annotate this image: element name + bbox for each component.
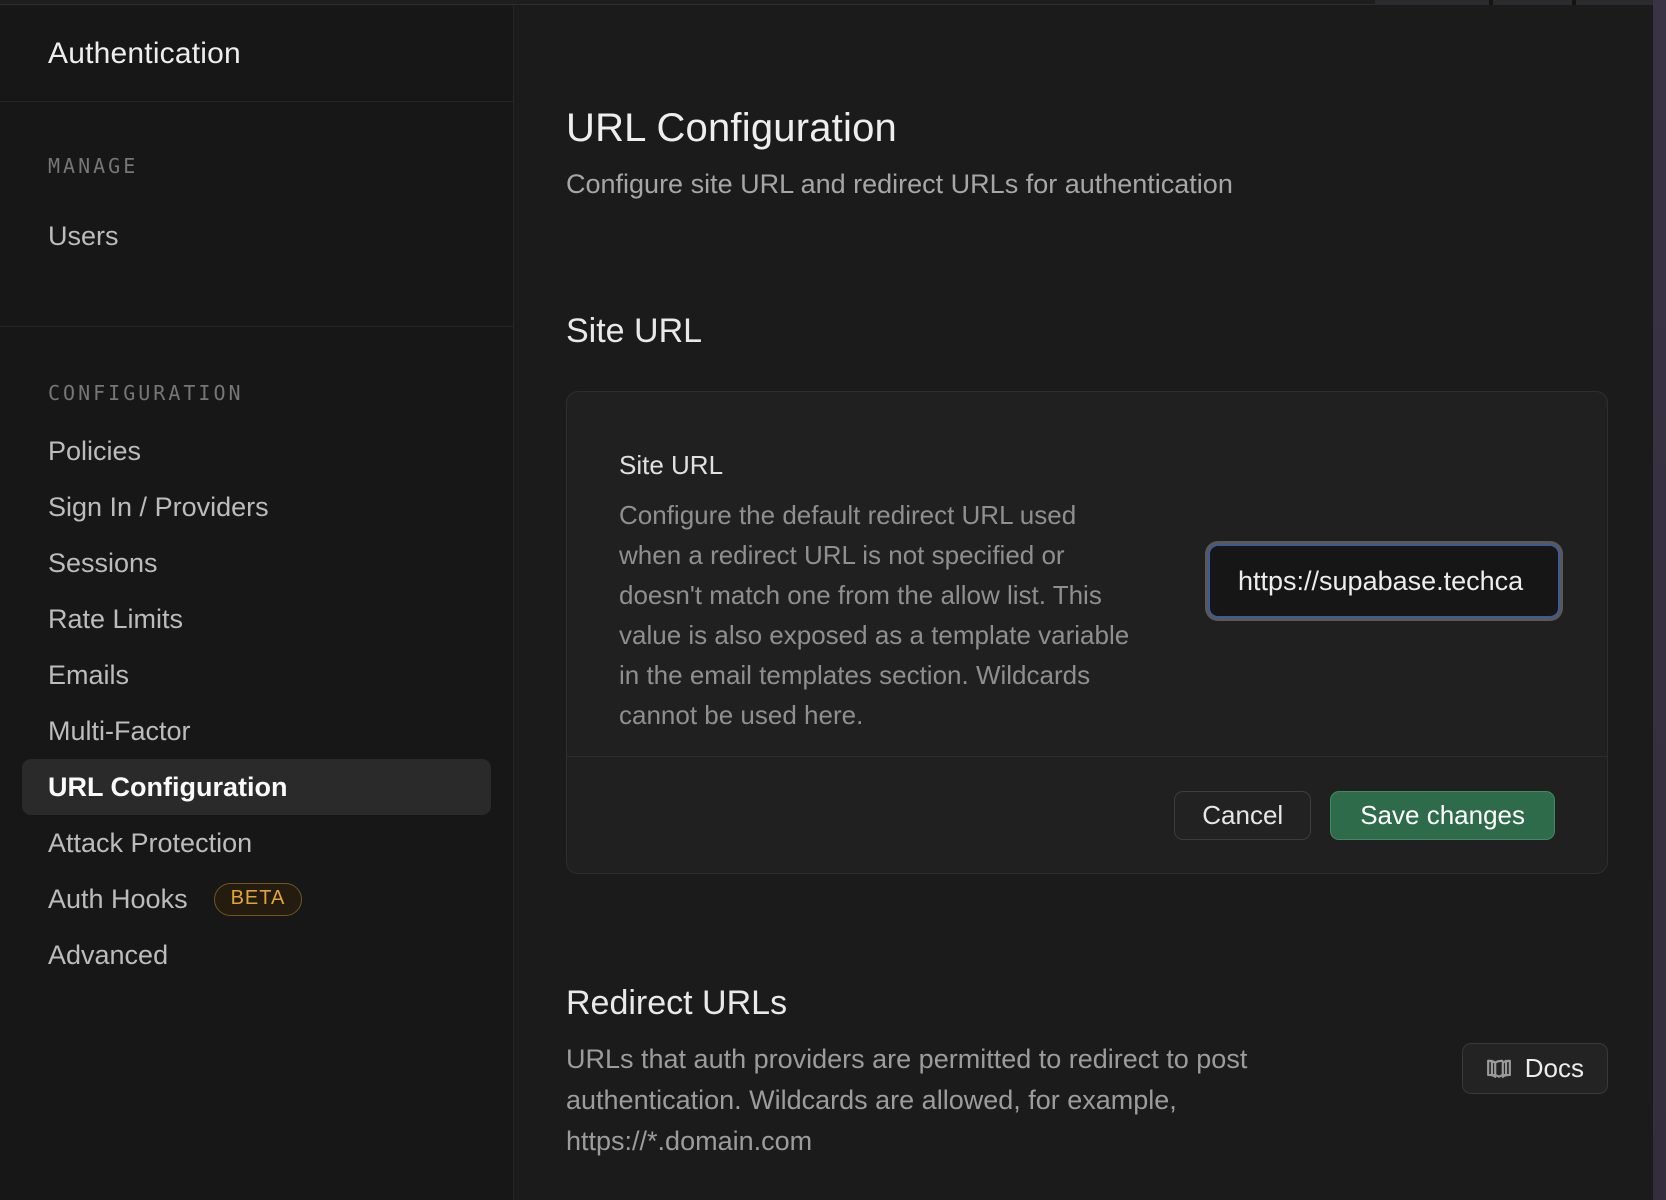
- book-icon: [1486, 1056, 1512, 1082]
- sidebar-item-label: Multi-Factor: [48, 716, 191, 747]
- site-url-card: Site URL Configure the default redirect …: [566, 391, 1608, 874]
- site-url-field-label: Site URL: [619, 450, 1131, 480]
- save-changes-button[interactable]: Save changes: [1330, 791, 1555, 840]
- sidebar-config-nav: Policies Sign In / Providers Sessions Ra…: [0, 423, 513, 983]
- app-screen: Authentication MANAGE Users CONFIGURATIO…: [0, 0, 1666, 1200]
- browser-chrome-strip: [0, 0, 1666, 5]
- sidebar-item-label: Emails: [48, 660, 129, 691]
- sidebar-item-label: Rate Limits: [48, 604, 183, 635]
- sidebar-item-label: Advanced: [48, 940, 168, 971]
- sidebar-header: Authentication: [0, 6, 513, 102]
- sidebar-item-sign-in-providers[interactable]: Sign In / Providers: [0, 479, 513, 535]
- beta-badge: BETA: [214, 883, 303, 916]
- tab-divider: [1489, 0, 1493, 5]
- cancel-button[interactable]: Cancel: [1174, 791, 1311, 840]
- sidebar-title: Authentication: [48, 37, 241, 71]
- page-title: URL Configuration: [566, 106, 1608, 151]
- sidebar-item-url-configuration[interactable]: URL Configuration: [22, 759, 491, 815]
- sidebar-group-label-manage: MANAGE: [0, 154, 513, 178]
- sidebar-item-users[interactable]: Users: [0, 208, 513, 264]
- browser-tab-edge: [1375, 0, 1653, 5]
- sidebar-item-sessions[interactable]: Sessions: [0, 535, 513, 591]
- sidebar-item-policies[interactable]: Policies: [0, 423, 513, 479]
- tab-divider: [1572, 0, 1576, 5]
- sidebar-item-label: Auth Hooks: [48, 884, 188, 915]
- sidebar-item-label: Sessions: [48, 548, 158, 579]
- site-url-card-body: Site URL Configure the default redirect …: [567, 392, 1607, 756]
- redirect-urls-header-row: URLs that auth providers are permitted t…: [566, 1039, 1608, 1162]
- sidebar-item-attack-protection[interactable]: Attack Protection: [0, 815, 513, 871]
- sidebar-item-auth-hooks[interactable]: Auth Hooks BETA: [0, 871, 513, 927]
- sidebar-item-label: URL Configuration: [48, 772, 287, 803]
- site-url-section-heading: Site URL: [566, 312, 1608, 351]
- sidebar-group-label-configuration: CONFIGURATION: [0, 381, 513, 405]
- auth-sidebar: Authentication MANAGE Users CONFIGURATIO…: [0, 6, 514, 1200]
- sidebar-item-advanced[interactable]: Advanced: [0, 927, 513, 983]
- page-subtitle: Configure site URL and redirect URLs for…: [566, 169, 1608, 200]
- sidebar-item-label: Attack Protection: [48, 828, 252, 859]
- docs-button[interactable]: Docs: [1462, 1043, 1608, 1094]
- sidebar-item-multi-factor[interactable]: Multi-Factor: [0, 703, 513, 759]
- sidebar-divider: [0, 326, 513, 327]
- docs-button-label: Docs: [1525, 1053, 1584, 1084]
- main-panel: URL Configuration Configure site URL and…: [514, 6, 1653, 1200]
- redirect-urls-section-heading: Redirect URLs: [566, 984, 1608, 1023]
- sidebar-item-emails[interactable]: Emails: [0, 647, 513, 703]
- sidebar-item-rate-limits[interactable]: Rate Limits: [0, 591, 513, 647]
- redirect-urls-description: URLs that auth providers are permitted t…: [566, 1039, 1311, 1162]
- sidebar-item-label: Policies: [48, 436, 141, 467]
- site-url-field-description: Configure the default redirect URL used …: [619, 495, 1131, 735]
- sidebar-item-label: Sign In / Providers: [48, 492, 269, 523]
- window-edge-strip: [1653, 0, 1666, 1200]
- site-url-input[interactable]: [1208, 544, 1560, 618]
- sidebar-item-label: Users: [48, 221, 119, 252]
- site-url-card-footer: Cancel Save changes: [567, 756, 1607, 873]
